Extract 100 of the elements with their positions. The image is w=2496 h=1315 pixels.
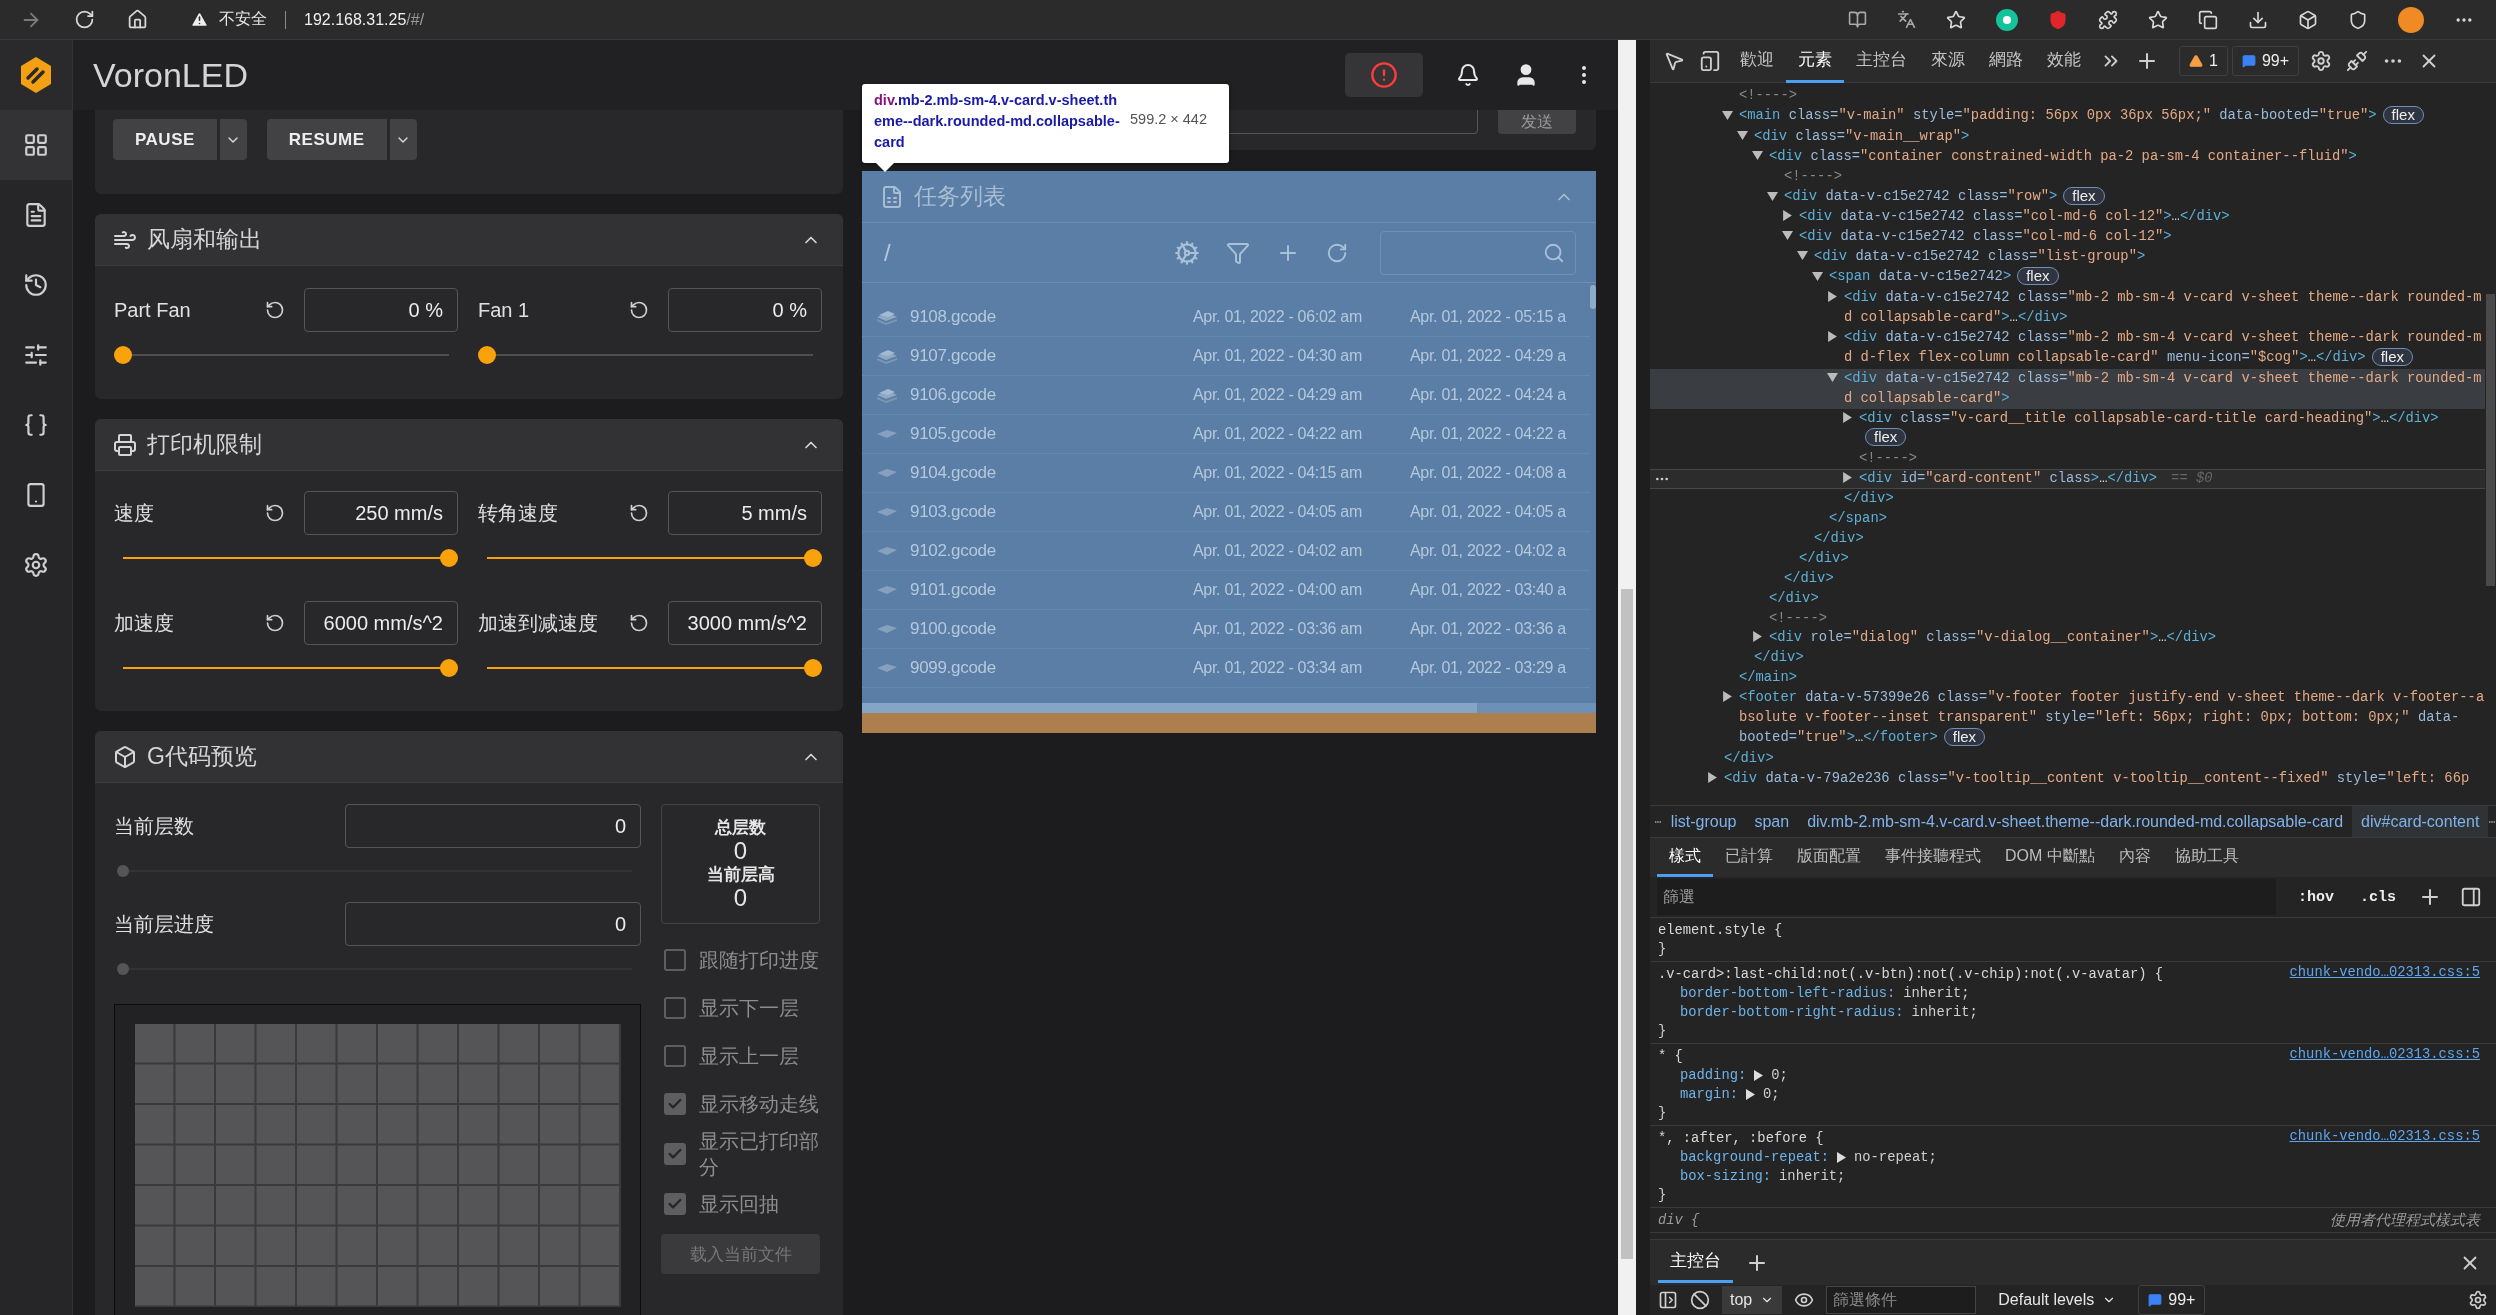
- clear-icon[interactable]: [1690, 1290, 1710, 1310]
- slider-thumb[interactable]: [440, 549, 458, 567]
- hovered-node-row[interactable]: <div data-v-c15e2742 class="mb-2 mb-sm-4 v-card v-sheet theme--dark rounded-m: [1650, 368, 2485, 389]
- translate-icon[interactable]: [1897, 10, 1916, 29]
- styles-tab[interactable]: 協助工具: [2162, 838, 2251, 877]
- expand-arrow-icon[interactable]: [1827, 330, 1838, 342]
- css-value[interactable]: 0;: [1762, 1085, 1780, 1104]
- dom-node-code[interactable]: <div data-v-c15e2742 class="row">: [1784, 186, 2058, 207]
- layout-badge[interactable]: flex: [2063, 186, 2105, 205]
- css-value[interactable]: no-repeat;: [1854, 1148, 1937, 1167]
- messages-badge[interactable]: 99+: [2138, 1285, 2206, 1315]
- shield-icon[interactable]: [2048, 9, 2068, 30]
- css-value[interactable]: inherit;: [1911, 1003, 1978, 1022]
- dom-node-code[interactable]: <div role="dialog" class="v-dialog__container">…</div>: [1769, 628, 2217, 649]
- checkbox-label[interactable]: 显示已打印部分: [699, 1128, 820, 1180]
- expand-arrow-icon[interactable]: [1812, 271, 1823, 283]
- security-warning[interactable]: 不安全: [219, 9, 267, 30]
- slider-thumb[interactable]: [804, 659, 822, 677]
- star-icon[interactable]: [1946, 9, 1966, 30]
- slider-thumb[interactable]: [478, 346, 496, 364]
- dom-node-code[interactable]: <span data-v-c15e2742>: [1829, 267, 2012, 288]
- address-url[interactable]: 192.168.31.25: [304, 10, 407, 29]
- dom-node-code[interactable]: <!---->: [1784, 166, 1842, 187]
- selected-node-row[interactable]: <div id="card-content" class>…</div> == $0: [1650, 469, 2485, 490]
- css-property[interactable]: background-repeat:: [1680, 1148, 1830, 1167]
- slider-thumb[interactable]: [440, 659, 458, 677]
- console-filter-field[interactable]: 篩選條件: [1826, 1286, 1977, 1314]
- layout-badge[interactable]: flex: [1943, 728, 1986, 746]
- expand-arrow-icon[interactable]: [1752, 149, 1763, 161]
- search-field[interactable]: [1380, 230, 1576, 275]
- reset-icon[interactable]: [265, 503, 285, 523]
- expand-arrow-icon[interactable]: [1707, 771, 1718, 783]
- dom-node-code[interactable]: <div class="v-main__wrap">: [1754, 126, 1970, 147]
- emergency-stop-button[interactable]: [1345, 53, 1423, 97]
- expand-arrow-icon[interactable]: [1827, 291, 1838, 303]
- dom-node-code[interactable]: <div class="container constrained-width pa-2 pa-sm-4 container--fluid">: [1769, 146, 2357, 167]
- styles-tab[interactable]: 版面配置: [1785, 838, 1873, 877]
- expand-arrow-icon[interactable]: [1737, 129, 1748, 141]
- notifications-icon[interactable]: [1456, 63, 1480, 87]
- expand-arrow-icon[interactable]: [1745, 1089, 1755, 1100]
- dom-node-code[interactable]: bsolute v-footer--inset transparent" style="left: 56px; right: 0px; bottom: 0px;" data-: [1739, 708, 2460, 728]
- hovered-node-row[interactable]: d collapsable-card">: [1650, 388, 2485, 409]
- source-link[interactable]: chunk-vendo…02313.css:5: [2289, 1129, 2480, 1148]
- css-property[interactable]: margin:: [1680, 1085, 1738, 1104]
- devtools-tab[interactable]: 來源: [1919, 40, 1977, 83]
- css-property[interactable]: box-sizing:: [1680, 1167, 1772, 1186]
- styles-tab[interactable]: 事件接聽程式: [1873, 838, 1993, 877]
- reload-icon[interactable]: [74, 9, 95, 30]
- messages-badge[interactable]: 99+: [2231, 46, 2300, 76]
- expand-arrow-icon[interactable]: [1797, 250, 1808, 262]
- reset-icon[interactable]: [629, 300, 649, 320]
- dom-node-code[interactable]: <!---->: [1739, 86, 1797, 106]
- checkbox-label[interactable]: 显示下一层: [699, 995, 820, 1021]
- checkbox-label[interactable]: 显示上一层: [699, 1043, 820, 1069]
- breadcrumb[interactable]: span: [1745, 806, 1799, 837]
- checkbox[interactable]: [664, 1045, 686, 1067]
- eye-icon[interactable]: [1794, 1290, 1815, 1310]
- connect-icon[interactable]: [2346, 50, 2369, 72]
- sidebar-icon[interactable]: [1658, 1290, 1678, 1310]
- layout-badge[interactable]: flex: [2371, 347, 2413, 366]
- dom-node-code[interactable]: <footer data-v-57399e26 class="v-footer footer justify-end v-sheet theme--dark v-footer--a: [1739, 688, 2485, 709]
- slider-thumb[interactable]: [114, 346, 132, 364]
- card-header[interactable]: 风扇和输出: [95, 214, 843, 266]
- checkbox-label[interactable]: 显示移动走线: [699, 1091, 820, 1117]
- expand-arrow-icon[interactable]: [1722, 109, 1733, 121]
- dom-node-code[interactable]: <!---->: [1859, 449, 1917, 470]
- expand-arrow-icon[interactable]: [1842, 411, 1853, 423]
- value-field[interactable]: 250 mm/s: [304, 491, 458, 535]
- styles-tab[interactable]: 已計算: [1713, 838, 1785, 877]
- dom-node-code[interactable]: <div id="card-content" class>…</div>: [1859, 469, 2158, 490]
- scrollbar-thumb[interactable]: [1590, 285, 1596, 309]
- dom-node-code[interactable]: <!---->: [1769, 608, 1827, 629]
- page-scrollbar[interactable]: [1618, 40, 1636, 1315]
- download-icon[interactable]: [2248, 9, 2268, 30]
- horizontal-scrollbar[interactable]: [862, 703, 1596, 713]
- dom-node-code[interactable]: <div data-v-c15e2742 class="mb-2 mb-sm-4 v-card v-sheet theme--dark rounded-m: [1844, 327, 2482, 348]
- dom-node-code[interactable]: d collapsable-card">: [1844, 388, 2010, 409]
- expand-arrow-icon[interactable]: [1842, 472, 1853, 484]
- layout-badge[interactable]: flex: [1865, 428, 1907, 447]
- profile-avatar[interactable]: [2398, 6, 2424, 33]
- dom-node-code[interactable]: <main class="v-main" style="padding: 56px 0px 36px 56px;" data-booted="true">: [1739, 105, 2377, 126]
- reset-icon[interactable]: [265, 300, 285, 320]
- address-path[interactable]: /#/: [406, 10, 425, 29]
- breadcrumb[interactable]: div#card-content: [2352, 806, 2489, 837]
- source-link[interactable]: chunk-vendo…02313.css:5: [2289, 1047, 2480, 1066]
- reset-icon[interactable]: [629, 613, 649, 633]
- dom-node-code[interactable]: <div data-v-79a2e236 class="v-tooltip__content v-tooltip__content--fixed" style="left: 66p: [1724, 768, 2470, 789]
- extension-icon[interactable]: [1996, 8, 2018, 31]
- expand-arrow-icon[interactable]: [1767, 190, 1778, 202]
- css-value[interactable]: inherit;: [1903, 984, 1970, 1003]
- dom-node-code[interactable]: d d-flex flex-column collapsable-card" menu-icon="$cog">…</div>: [1844, 347, 2366, 368]
- expand-arrow-icon[interactable]: [1752, 631, 1763, 643]
- value-field[interactable]: 6000 mm/s^2: [304, 601, 458, 645]
- devtools-tab[interactable]: 主控台: [1844, 40, 1919, 83]
- card-header[interactable]: 打印机限制: [95, 419, 843, 471]
- filter-field[interactable]: 篩選: [1657, 879, 2277, 915]
- checkbox[interactable]: [664, 1193, 686, 1215]
- checkbox-label[interactable]: 跟随打印进度: [699, 947, 820, 973]
- extensions-icon[interactable]: [2098, 9, 2118, 30]
- devtools-tab[interactable]: 網路: [1977, 40, 2035, 83]
